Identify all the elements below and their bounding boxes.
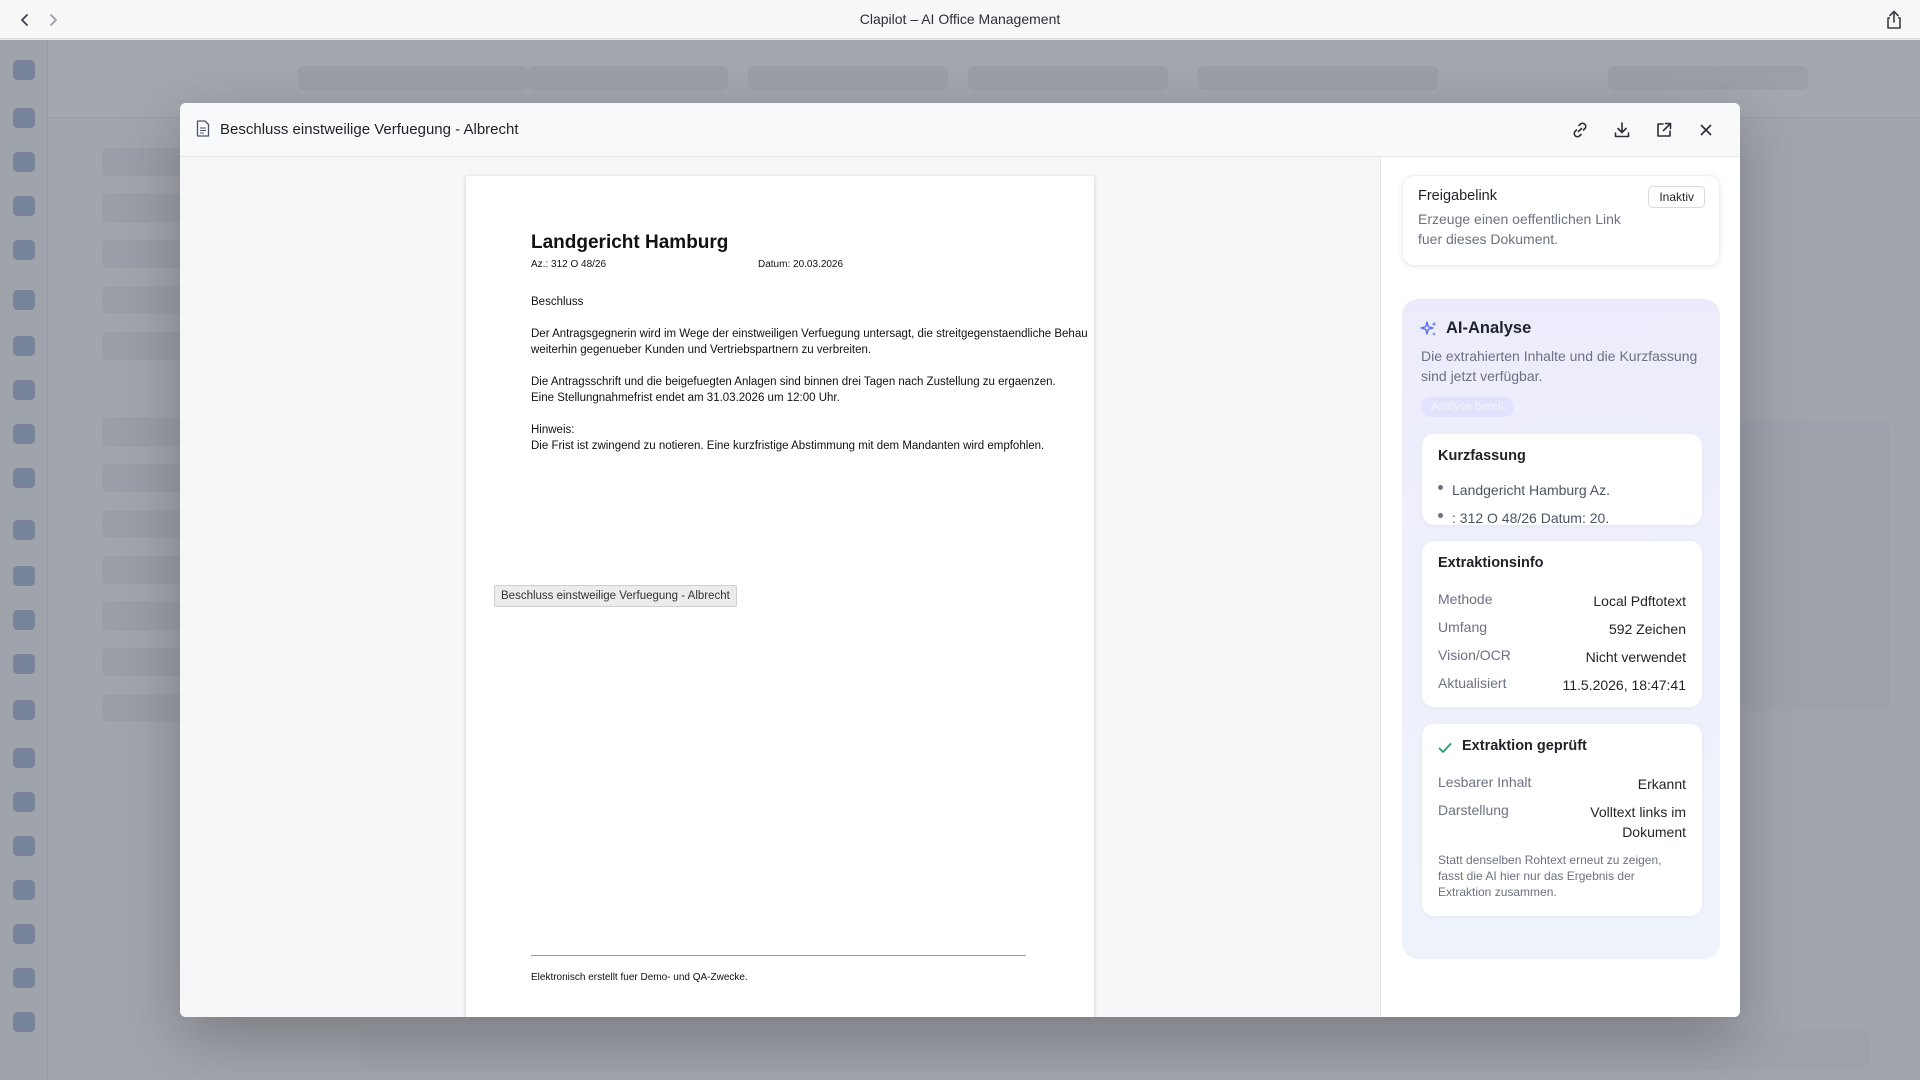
window-title: Clapilot – AI Office Management — [859, 11, 1061, 27]
link-icon[interactable] — [1566, 116, 1594, 144]
share-icon[interactable] — [1882, 8, 1906, 32]
document-viewer[interactable]: Landgericht Hamburg Az.: 312 O 48/26 Dat… — [180, 157, 1380, 1017]
info-side-panel: Freigabelink Inaktiv Erzeuge einen oeffe… — [1380, 157, 1740, 1017]
analysis-status-badge: Analyse bereit — [1421, 397, 1514, 417]
document-preview-modal: Beschluss einstweilige Verfuegung - Albr… — [180, 103, 1740, 1017]
ai-analysis-card: AI-Analyse Die extrahierten Inhalte und … — [1402, 299, 1720, 959]
window-titlebar: Clapilot – AI Office Management — [0, 0, 1920, 39]
share-link-description: Erzeuge einen oeffentlichen Link fuer di… — [1418, 211, 1621, 247]
paragraph-1-line-1: Der Antragsgegnerin wird im Wege der ein… — [531, 328, 1088, 340]
history-nav — [14, 9, 64, 31]
sparkles-icon — [1420, 320, 1438, 338]
summary-card: Kurzfassung Landgericht Hamburg Az. : 31… — [1422, 434, 1702, 526]
extraction-check-title: Extraktion geprüft — [1462, 738, 1587, 754]
note-label: Hinweis: — [531, 424, 575, 436]
ai-analysis-title: AI-Analyse — [1446, 319, 1532, 337]
document-heading: Beschluss — [531, 296, 584, 308]
extraction-info-title: Extraktionsinfo — [1438, 555, 1544, 571]
modal-title: Beschluss einstweilige Verfuegung - Albr… — [220, 121, 519, 138]
court-name: Landgericht Hamburg — [531, 232, 729, 253]
paragraph-1-line-2: weiterhin gegenueber Kunden und Vertrieb… — [531, 344, 872, 356]
close-icon[interactable] — [1692, 116, 1720, 144]
extraction-info-card: Extraktionsinfo Methode Local Pdftotext U… — [1422, 541, 1702, 707]
document-date: Datum: 20.03.2026 — [758, 259, 844, 270]
extraction-note: Statt denselben Rohtext erneut zu zeigen… — [1438, 853, 1662, 899]
chevron-right-icon[interactable] — [42, 9, 64, 31]
document-tooltip: Beschluss einstweilige Verfuegung - Albr… — [494, 585, 737, 607]
document-footer: Elektronisch erstellt fuer Demo- und QA-… — [531, 972, 748, 983]
summary-bullet: : 312 O 48/26 Datum: 20. — [1438, 510, 1609, 526]
external-link-icon[interactable] — [1650, 116, 1678, 144]
summary-bullet: Landgericht Hamburg Az. — [1438, 482, 1610, 498]
share-link-title: Freigabelink — [1418, 188, 1497, 204]
chevron-left-icon[interactable] — [14, 9, 36, 31]
ai-analysis-description: Die extrahierten Inhalte und die Kurzfas… — [1421, 348, 1698, 384]
paragraph-2-line-2: Eine Stellungnahmefrist endet am 31.03.2… — [531, 392, 840, 404]
check-icon — [1438, 741, 1452, 753]
note-text: Die Frist ist zwingend zu notieren. Eine… — [531, 440, 1045, 452]
document-icon — [196, 120, 212, 138]
extraction-check-card: Extraktion geprüft Lesbarer Inhalt Erkann… — [1422, 724, 1702, 916]
share-link-card[interactable]: Freigabelink Inaktiv Erzeuge einen oeffe… — [1402, 175, 1720, 266]
modal-header: Beschluss einstweilige Verfuegung - Albr… — [180, 103, 1740, 157]
case-number: Az.: 312 O 48/26 — [531, 259, 607, 270]
summary-title: Kurzfassung — [1438, 448, 1526, 464]
download-icon[interactable] — [1608, 116, 1636, 144]
footer-divider — [531, 955, 1026, 956]
paragraph-2-line-1: Die Antragsschrift und die beigefuegten … — [531, 376, 1056, 388]
document-page: Landgericht Hamburg Az.: 312 O 48/26 Dat… — [466, 176, 1094, 1017]
share-status-badge[interactable]: Inaktiv — [1648, 186, 1705, 208]
